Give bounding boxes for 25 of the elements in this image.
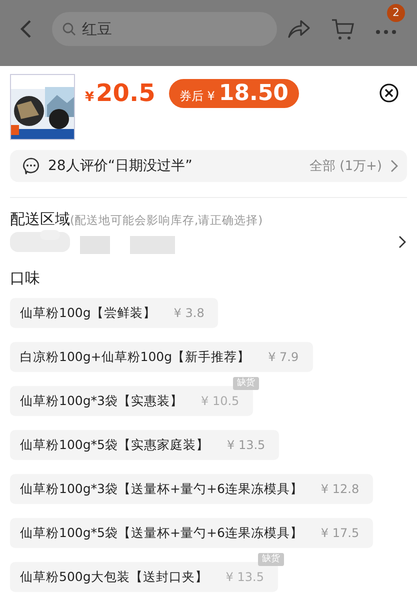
delivery-title: 配送区域(配送地可能会影响库存,请正确选择) — [10, 210, 264, 229]
flavor-option[interactable]: 仙草粉100g*3袋【实惠装】 ¥ 10.5 — [10, 386, 254, 416]
share-icon[interactable] — [287, 19, 311, 39]
search-field[interactable]: 红豆 — [52, 12, 277, 46]
flavor-title: 口味 — [10, 269, 41, 288]
flavor-option[interactable]: 仙草粉500g大包装【送封口夹】 ¥ 13.5 — [10, 562, 278, 592]
flavor-option[interactable]: 仙草粉100g*5袋【送量杯+量勺+6连果冻模具】 ¥ 17.5 — [10, 518, 374, 548]
chat-bubble-icon — [22, 157, 40, 175]
chevron-right-icon — [390, 159, 399, 173]
cart-icon[interactable] — [331, 17, 355, 41]
more-icon[interactable] — [375, 28, 397, 34]
search-value: 红豆 — [82, 20, 112, 38]
coupon-price-tag: 券后 ¥ 18.50 — [169, 78, 298, 108]
flavor-option[interactable]: 白凉粉100g+仙草粉100g【新手推荐】 ¥ 7.9 — [10, 342, 313, 372]
search-icon — [62, 22, 76, 36]
close-icon[interactable] — [379, 83, 399, 103]
flavor-option[interactable]: 仙草粉100g*3袋【送量杯+量勺+6连果冻模具】 ¥ 12.8 — [10, 474, 374, 504]
chevron-right-icon[interactable] — [398, 235, 407, 249]
notification-badge: 2 — [387, 4, 405, 22]
review-summary-text: 28人评价“日期没过半” — [48, 157, 192, 175]
review-summary-bar[interactable]: 28人评价“日期没过半” 全部 (1万+) — [10, 150, 407, 182]
price: ¥20.5 — [85, 79, 156, 107]
flavor-option[interactable]: 仙草粉100g【尝鲜装】 ¥ 3.8 — [10, 298, 218, 328]
back-icon[interactable] — [18, 19, 34, 39]
flavor-option[interactable]: 仙草粉100g*5袋【实惠家庭装】 ¥ 13.5 — [10, 430, 280, 460]
